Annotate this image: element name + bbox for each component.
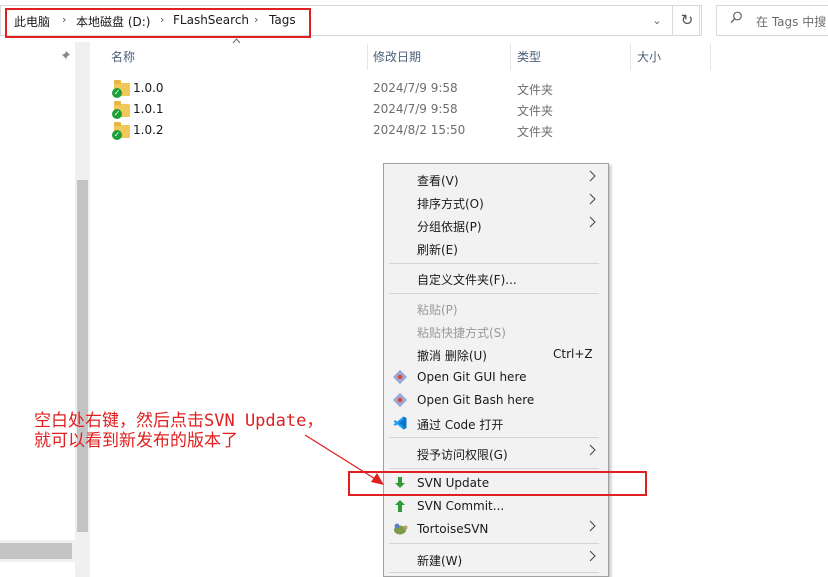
- nav-horizontal-scrollbar-thumb[interactable]: [0, 543, 72, 559]
- menu-item-customize-folder[interactable]: 自定义文件夹(F)...: [417, 271, 517, 288]
- svn-update-highlight-box: [348, 471, 647, 496]
- menu-item-paste: 粘贴(P): [417, 303, 458, 317]
- menu-item-group[interactable]: 分组依据(P): [417, 218, 482, 235]
- column-divider[interactable]: [630, 44, 631, 70]
- search-icon: [730, 11, 743, 28]
- menu-item-svn-commit[interactable]: SVN Commit...: [417, 499, 504, 513]
- file-modified: 2024/8/2 15:50: [373, 123, 466, 137]
- svn-normal-badge-icon: ✓: [112, 109, 122, 119]
- file-type: 文件夹: [517, 83, 554, 97]
- menu-separator: [389, 293, 599, 294]
- column-divider[interactable]: [367, 44, 368, 70]
- menu-item-open-git-bash[interactable]: Open Git Bash here: [417, 393, 534, 407]
- column-header-modified[interactable]: 修改日期: [373, 42, 421, 72]
- menu-item-paste-shortcut: 粘贴快捷方式(S): [417, 326, 506, 340]
- menu-separator: [389, 263, 599, 264]
- file-type: 文件夹: [517, 125, 554, 139]
- chevron-down-icon[interactable]: ⌄: [645, 8, 669, 34]
- pin-icon[interactable]: [60, 50, 71, 64]
- menu-item-refresh[interactable]: 刷新(E): [417, 241, 458, 258]
- column-divider[interactable]: [510, 44, 511, 70]
- menu-item-new[interactable]: 新建(W): [417, 552, 462, 569]
- file-type: 文件夹: [517, 104, 554, 118]
- menu-item-open-git-gui[interactable]: Open Git GUI here: [417, 370, 527, 384]
- menu-item-grant-access[interactable]: 授予访问权限(G): [417, 446, 508, 463]
- chevron-right-icon: [588, 520, 596, 536]
- file-modified: 2024/7/9 9:58: [373, 81, 458, 95]
- menu-item-undo-delete[interactable]: 撤消 删除(U): [417, 347, 487, 364]
- menu-separator: [389, 468, 599, 469]
- chevron-right-icon: [588, 170, 596, 186]
- chevron-right-icon: [588, 550, 596, 566]
- chevron-right-icon: [588, 193, 596, 209]
- chevron-right-icon: [588, 216, 596, 232]
- menu-separator: [389, 543, 599, 544]
- menu-item-sort[interactable]: 排序方式(O): [417, 195, 484, 212]
- annotation-arrow: [304, 434, 384, 485]
- vscode-icon: [392, 415, 408, 431]
- column-header-size[interactable]: 大小: [637, 42, 661, 72]
- menu-shortcut-ctrl-z: Ctrl+Z: [553, 347, 593, 361]
- file-modified: 2024/7/9 9:58: [373, 102, 458, 116]
- git-gui-icon: [392, 369, 408, 385]
- refresh-icon[interactable]: ↻: [672, 5, 702, 36]
- file-name: 1.0.1: [133, 102, 164, 116]
- address-highlight-box: [5, 8, 311, 38]
- column-header-type[interactable]: 类型: [517, 42, 541, 72]
- menu-item-open-with-code[interactable]: 通过 Code 打开: [417, 416, 503, 433]
- menu-separator: [389, 572, 599, 573]
- sort-ascending-icon: [232, 37, 241, 47]
- search-placeholder: 在 Tags 中搜: [756, 15, 827, 29]
- column-divider[interactable]: [710, 44, 711, 70]
- file-row[interactable]: ✓ 1.0.2 2024/8/2 15:50 文件夹: [108, 120, 708, 141]
- svn-normal-badge-icon: ✓: [112, 130, 122, 140]
- file-name: 1.0.2: [133, 123, 164, 137]
- chevron-right-icon: [588, 444, 596, 460]
- nav-scrollbar-thumb[interactable]: [77, 180, 88, 532]
- column-header-name[interactable]: 名称: [111, 42, 135, 72]
- file-name: 1.0.0: [133, 81, 164, 95]
- file-row[interactable]: ✓ 1.0.1 2024/7/9 9:58 文件夹: [108, 99, 708, 120]
- svn-normal-badge-icon: ✓: [112, 88, 122, 98]
- menu-separator: [389, 437, 599, 438]
- menu-item-tortoisesvn[interactable]: TortoiseSVN: [417, 522, 488, 536]
- git-bash-icon: [392, 392, 408, 408]
- annotation-text-line2: 就可以看到新发布的版本了: [34, 431, 238, 451]
- tortoisesvn-icon: [392, 521, 408, 537]
- menu-item-view[interactable]: 查看(V): [417, 172, 459, 189]
- file-row[interactable]: ✓ 1.0.0 2024/7/9 9:58 文件夹: [108, 78, 708, 99]
- svn-commit-icon: [392, 498, 408, 514]
